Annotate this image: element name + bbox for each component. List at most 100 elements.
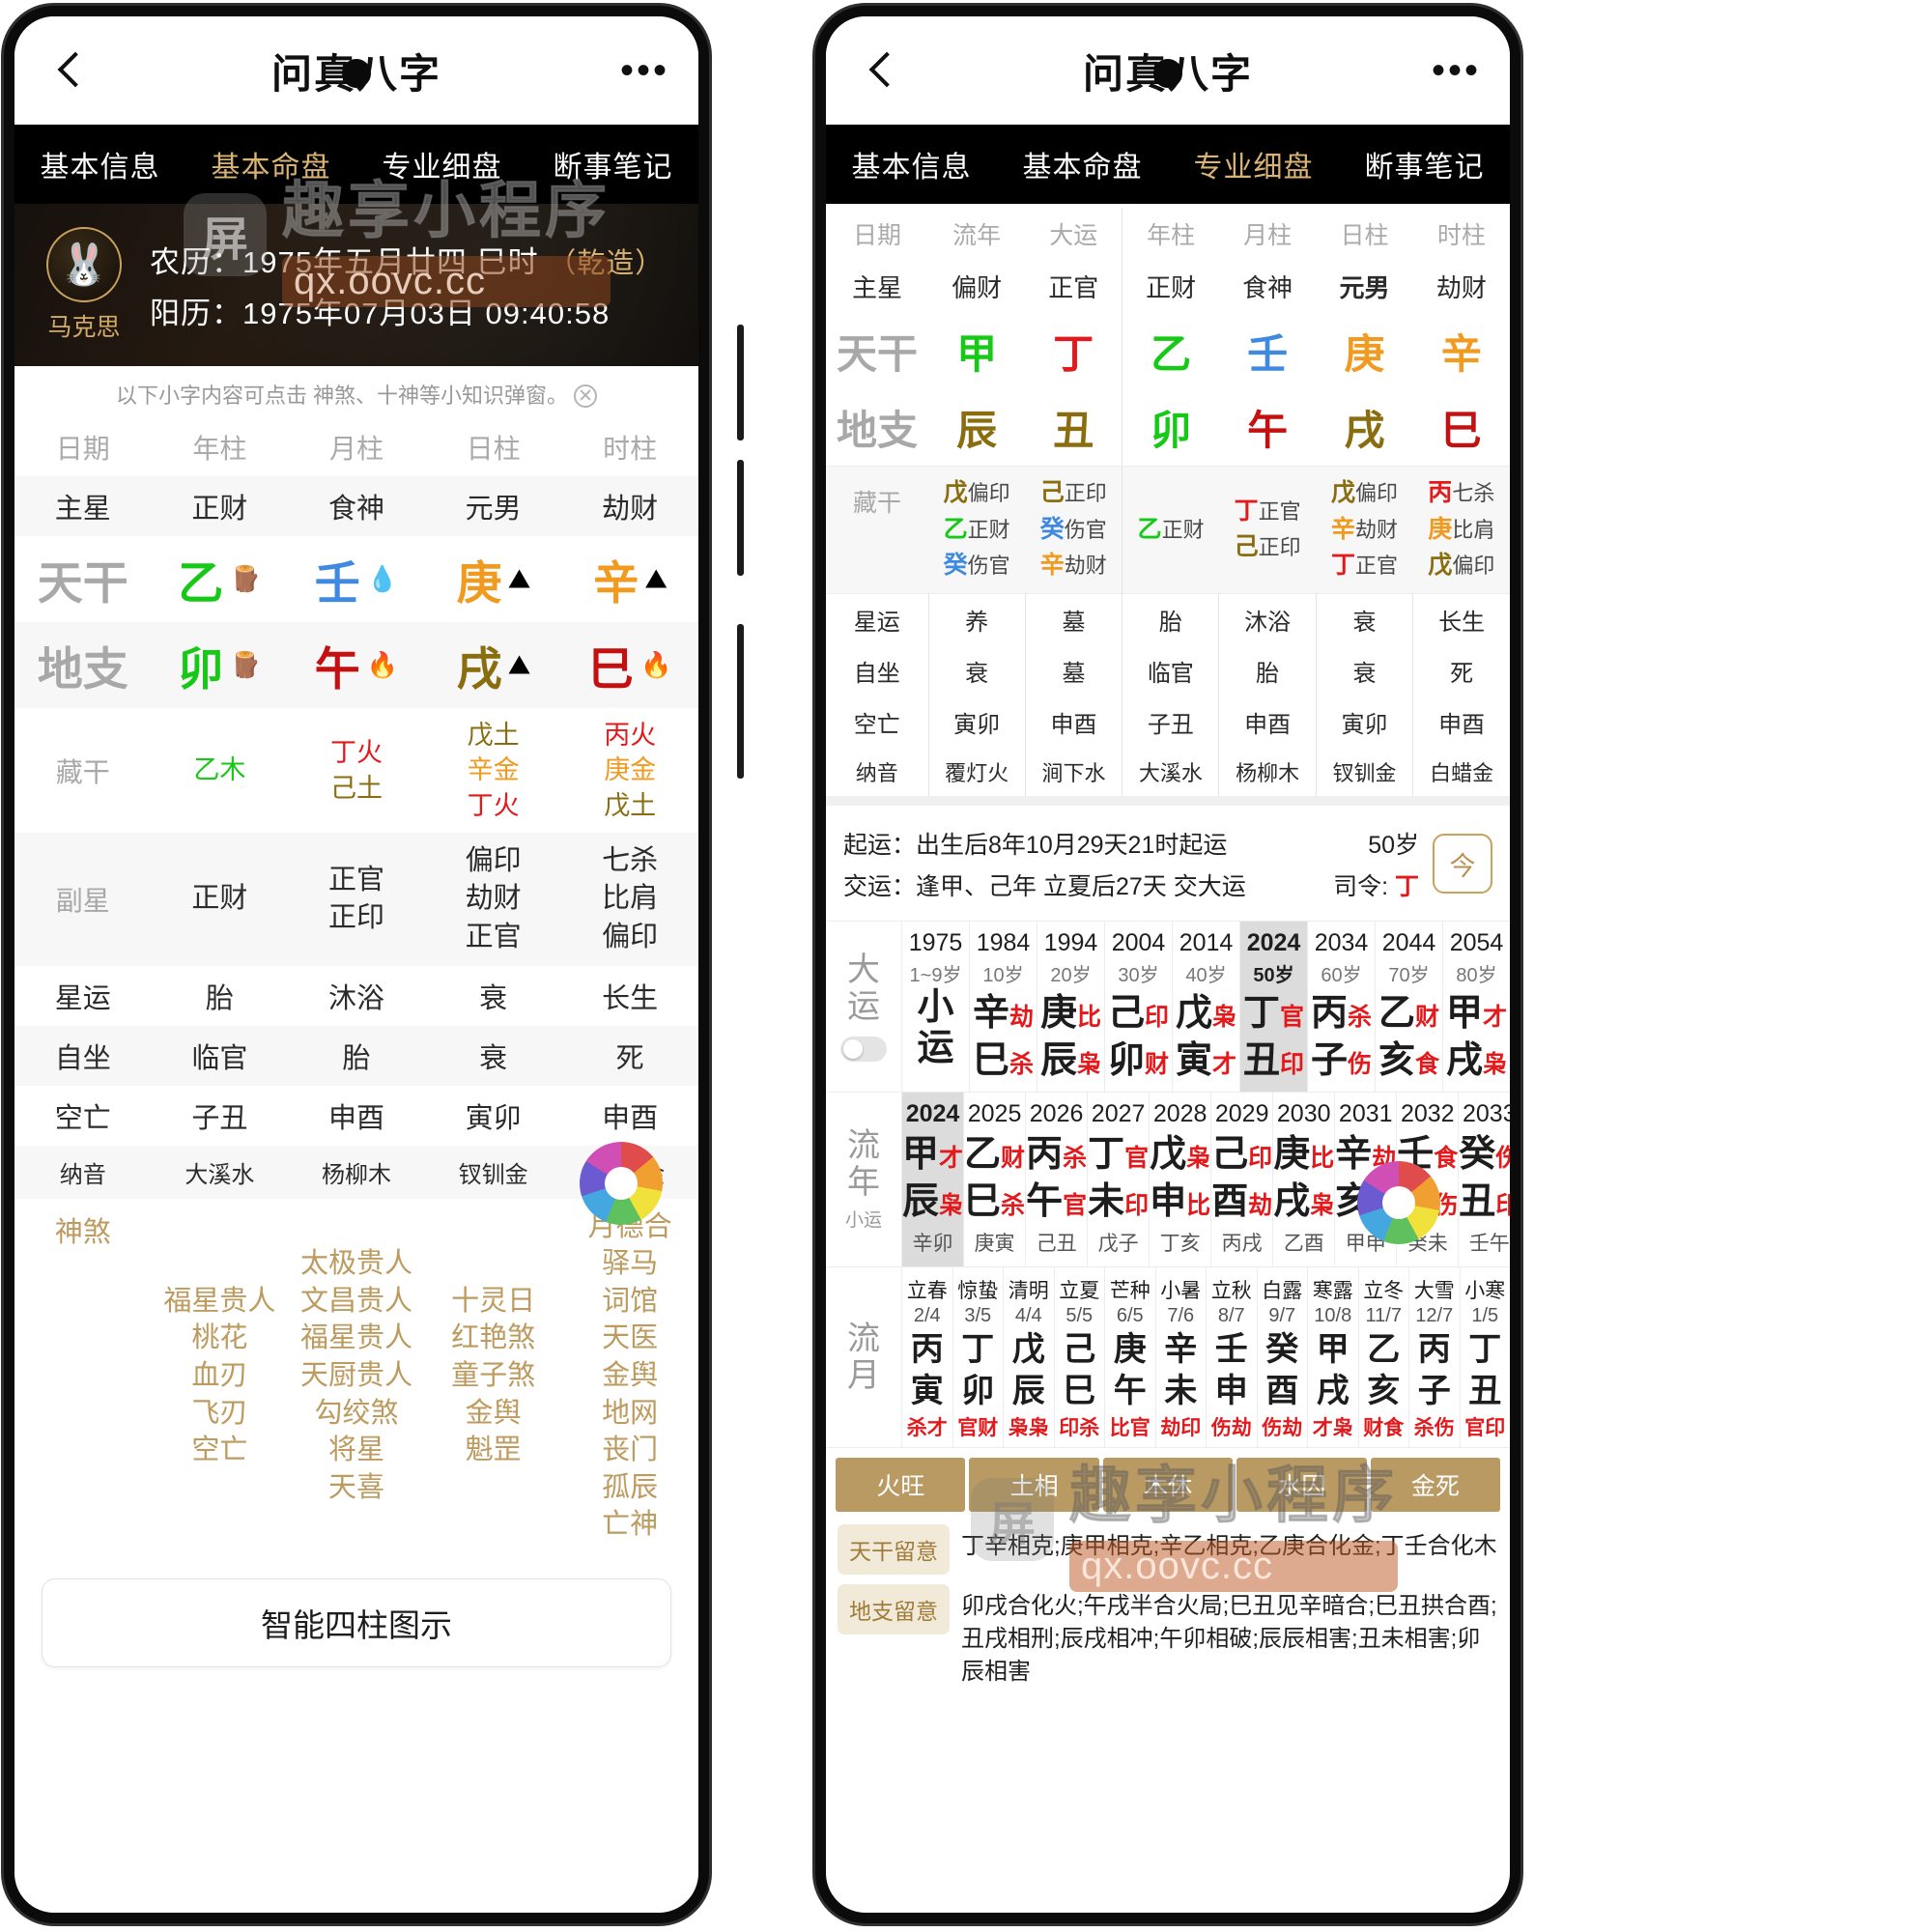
note-tag-tiangan[interactable]: 天干留意	[838, 1524, 950, 1576]
pro-canggan-item[interactable]: 乙正财	[928, 512, 1025, 549]
volume-up-button[interactable]	[737, 325, 744, 440]
fuxing-item[interactable]: 比肩	[561, 880, 698, 918]
canggan-item[interactable]: 丁火	[288, 735, 425, 770]
dayun-column[interactable]: 2014 40岁 戊枭 寅才	[1172, 921, 1239, 1093]
liuyue-column[interactable]: 小暑 7/6 辛 未 劫印	[1154, 1266, 1207, 1448]
pro-tiangan-month[interactable]: 壬	[1219, 313, 1316, 389]
fuxing-year[interactable]: 正财	[152, 833, 289, 965]
zhuxing-day[interactable]: 元男	[425, 476, 562, 536]
liunian-column[interactable]: 2032 壬食 子伤 癸未	[1396, 1093, 1458, 1266]
pro-canggan-item[interactable]: 戊偏印	[928, 475, 1025, 512]
pro-canggan-item[interactable]: 戊偏印	[1316, 475, 1412, 512]
shensha-item[interactable]: 驿马	[561, 1245, 698, 1283]
pro-tiangan-day[interactable]: 庚	[1316, 313, 1412, 389]
pro-kongwang-5[interactable]: 申酉	[1412, 696, 1510, 748]
zhuxing-year[interactable]: 正财	[152, 476, 289, 536]
pro-zhuxing-hour[interactable]: 劫财	[1413, 260, 1510, 313]
shensha-item[interactable]: 太极贵人	[288, 1245, 425, 1283]
kongwang-year[interactable]: 子丑	[152, 1086, 289, 1146]
pro-kongwang-0[interactable]: 寅卯	[927, 696, 1026, 748]
pro-canggan-hour[interactable]: 丙七杀 庚比肩 戊偏印	[1413, 467, 1510, 594]
dayun-column[interactable]: 2044 70岁 乙财 亥食	[1375, 921, 1442, 1093]
pro-xingyun-0[interactable]: 养	[927, 593, 1026, 645]
dizhi-year[interactable]: 卯 🪵	[152, 622, 289, 708]
liuyue-column[interactable]: 立夏 5/5 己 巳 印杀	[1053, 1266, 1105, 1448]
zhuxing-hour[interactable]: 劫财	[561, 476, 698, 536]
pro-xingyun-4[interactable]: 衰	[1315, 593, 1413, 645]
power-button[interactable]	[737, 624, 744, 779]
tab-notes[interactable]: 断事笔记	[1339, 143, 1510, 185]
pro-kongwang-1[interactable]: 申酉	[1024, 696, 1122, 748]
shensha-item[interactable]: 月德合	[561, 1208, 698, 1246]
canggan-item[interactable]: 戊土	[561, 788, 698, 823]
fuxing-item[interactable]: 七杀	[561, 842, 698, 880]
canggan-year[interactable]: 乙木	[152, 708, 289, 833]
pro-xingyun-5[interactable]: 长生	[1412, 593, 1510, 645]
shensha-item[interactable]: 福星贵人	[288, 1320, 425, 1357]
pro-canggan-item[interactable]: 丙七杀	[1413, 475, 1510, 512]
zizuo-year[interactable]: 临官	[152, 1026, 289, 1086]
pro-zhuxing-liunian[interactable]: 偏财	[928, 260, 1025, 313]
pro-nayin-3[interactable]: 杨柳木	[1218, 747, 1317, 796]
tab-basic-info[interactable]: 基本信息	[14, 143, 185, 185]
pro-dizhi-liunian[interactable]: 辰	[928, 389, 1025, 467]
tab-basic-chart[interactable]: 基本命盘	[997, 143, 1168, 185]
xingyun-month[interactable]: 沐浴	[288, 966, 425, 1026]
pro-nayin-0[interactable]: 覆灯火	[927, 747, 1026, 796]
pro-dizhi-hour[interactable]: 巳	[1413, 389, 1510, 467]
shensha-item[interactable]: 十灵日	[425, 1283, 562, 1321]
liunian-column[interactable]: 2031 辛劫 亥食 甲申	[1334, 1093, 1396, 1266]
pro-canggan-day[interactable]: 戊偏印 辛劫财 丁正官	[1316, 467, 1412, 594]
shensha-day[interactable]: 十灵日 红艳煞 童子煞 金舆 魁罡	[425, 1199, 562, 1553]
canggan-day[interactable]: 戊土 辛金 丁火	[425, 708, 562, 833]
canggan-item[interactable]: 戊土	[425, 718, 562, 753]
liuyue-column[interactable]: 寒露 10/8 甲 戌 才枭	[1307, 1266, 1358, 1448]
liuyue-column[interactable]: 立秋 8/7 壬 申 伤劫	[1206, 1266, 1257, 1448]
pro-canggan-item[interactable]: 己正印	[1025, 475, 1122, 512]
shensha-hour[interactable]: 月德合 驿马 词馆 天医 金舆 地网 丧门 孤辰 亡神	[561, 1199, 698, 1553]
zizuo-day[interactable]: 衰	[425, 1026, 562, 1086]
pro-dizhi-year[interactable]: 卯	[1122, 389, 1219, 467]
fuxing-month[interactable]: 正官 正印	[288, 833, 425, 965]
pro-canggan-liunian[interactable]: 戊偏印 乙正财 癸伤官	[928, 467, 1025, 594]
ellipsis-icon[interactable]: •••	[620, 51, 669, 90]
nayin-month[interactable]: 杨柳木	[288, 1146, 425, 1199]
ellipsis-icon[interactable]: •••	[1432, 51, 1481, 90]
pro-kongwang-4[interactable]: 寅卯	[1315, 696, 1413, 748]
dayun-toggle[interactable]	[840, 1036, 887, 1062]
xingyun-hour[interactable]: 长生	[561, 966, 698, 1026]
canggan-month[interactable]: 丁火 己土	[288, 708, 425, 833]
kongwang-month[interactable]: 申酉	[288, 1086, 425, 1146]
pro-nayin-4[interactable]: 钗钏金	[1315, 747, 1413, 796]
pro-dizhi-day[interactable]: 戌	[1316, 389, 1412, 467]
pro-canggan-item[interactable]: 癸伤官	[1025, 512, 1122, 549]
pro-nayin-1[interactable]: 涧下水	[1024, 747, 1122, 796]
tab-basic-chart[interactable]: 基本命盘	[185, 143, 356, 185]
shensha-item[interactable]: 金舆	[561, 1357, 698, 1395]
liunian-column[interactable]: 2028 戊枭 申比 丁亥	[1149, 1093, 1210, 1266]
liuyue-column[interactable]: 小寒 1/5 丁 丑 官印	[1459, 1266, 1511, 1448]
dayun-column[interactable]: 2004 30岁 己印 卯财	[1104, 921, 1172, 1093]
kongwang-hour[interactable]: 申酉	[561, 1086, 698, 1146]
shensha-item[interactable]: 血刃	[152, 1357, 289, 1395]
dayun-column[interactable]: 2024 50岁 丁官 丑印	[1239, 921, 1307, 1093]
zizuo-hour[interactable]: 死	[561, 1026, 698, 1086]
shensha-item[interactable]: 福星贵人	[152, 1283, 289, 1321]
canggan-hour[interactable]: 丙火 庚金 戊土	[561, 708, 698, 833]
liuyue-column[interactable]: 立冬 11/7 乙 亥 财食	[1357, 1266, 1409, 1448]
liunian-column[interactable]: 2026 丙杀 午官 己丑	[1025, 1093, 1087, 1266]
pro-nayin-5[interactable]: 白蜡金	[1412, 747, 1510, 796]
pro-kongwang-3[interactable]: 申酉	[1218, 696, 1317, 748]
xingyun-day[interactable]: 衰	[425, 966, 562, 1026]
pro-dizhi-dayun[interactable]: 丑	[1025, 389, 1122, 467]
liunian-column[interactable]: 2029 己印 酉劫 丙戌	[1210, 1093, 1272, 1266]
tiangan-day[interactable]: 庚 ⛰	[425, 536, 562, 622]
liunian-column[interactable]: 2024 甲才 辰枭 辛卯	[901, 1093, 964, 1266]
dayun-column[interactable]: 2034 60岁 丙杀 子伤	[1307, 921, 1375, 1093]
xingyun-year[interactable]: 胎	[152, 966, 289, 1026]
nayin-day[interactable]: 钗钏金	[425, 1146, 562, 1199]
shensha-item[interactable]: 将星	[288, 1432, 425, 1469]
shensha-item[interactable]: 魁罡	[425, 1432, 562, 1469]
pro-canggan-item[interactable]: 辛劫财	[1316, 512, 1412, 549]
zhuxing-month[interactable]: 食神	[288, 476, 425, 536]
